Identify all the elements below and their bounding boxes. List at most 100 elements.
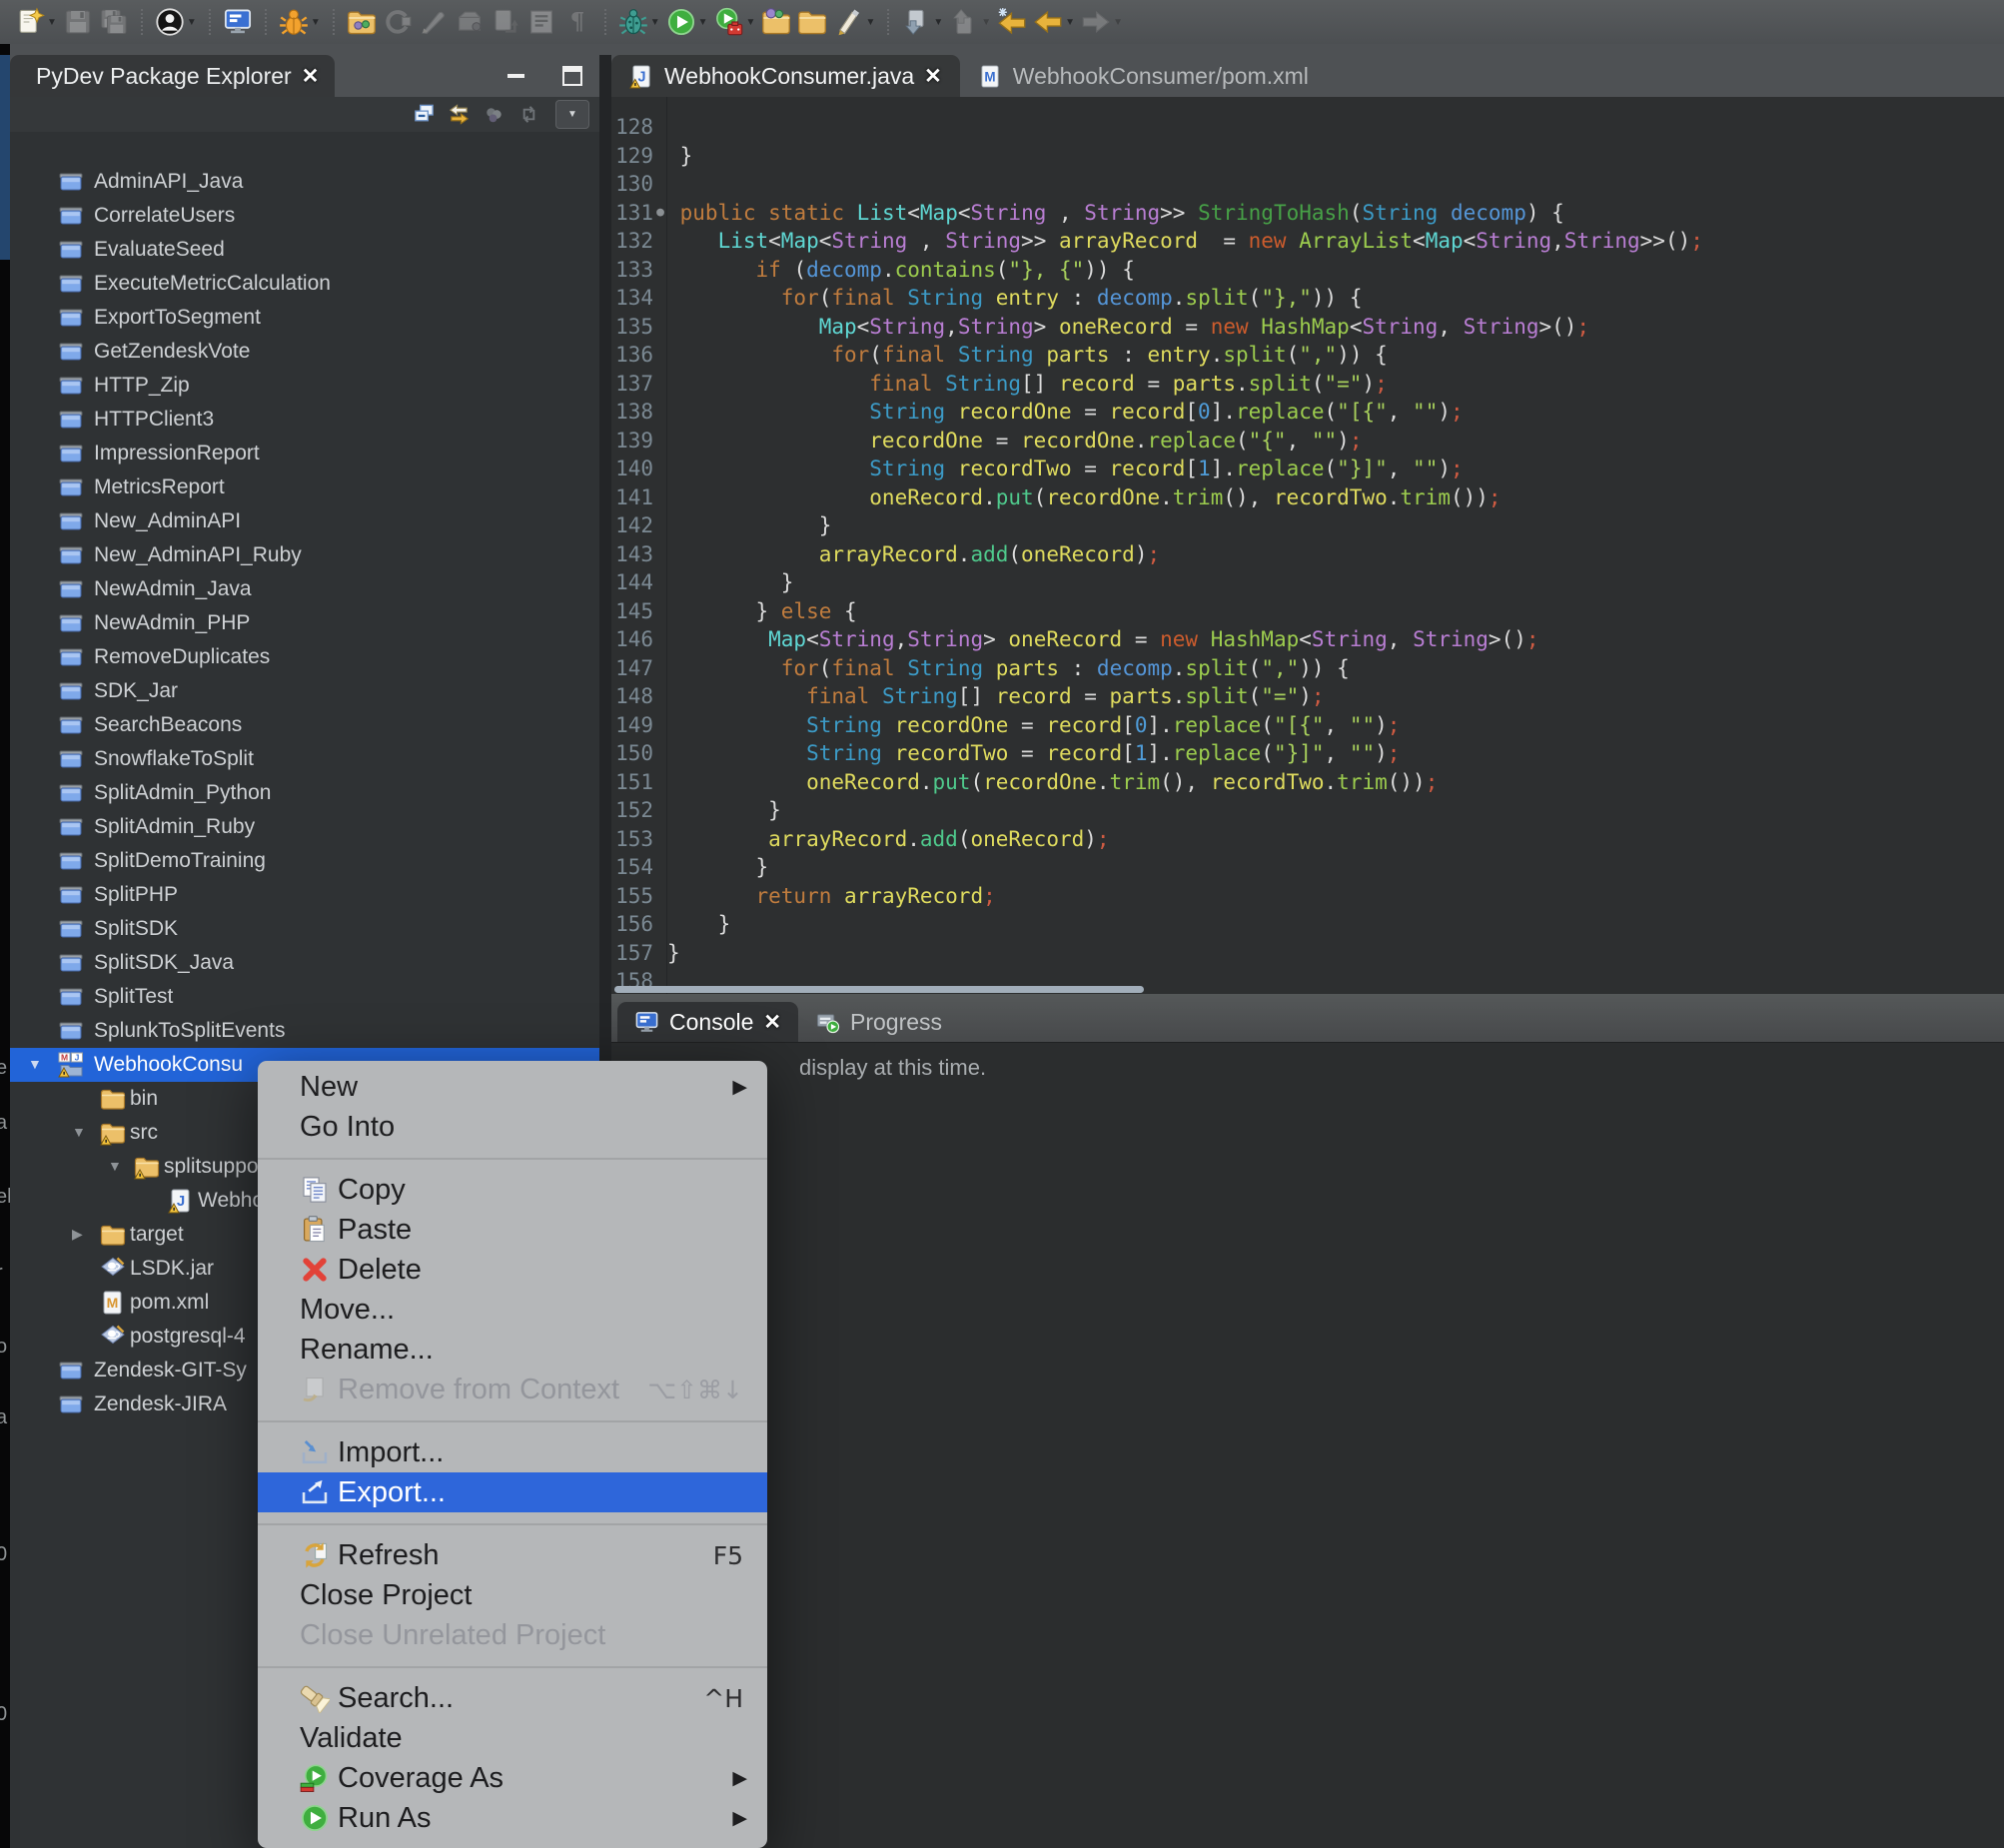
line-marker-empty <box>653 568 667 597</box>
link-with-editor-button[interactable] <box>447 102 472 127</box>
line-number: 138 <box>611 398 653 427</box>
run-config-button[interactable] <box>344 3 380 41</box>
tree-item-adminapi-java[interactable]: AdminAPI_Java <box>10 165 599 199</box>
close-icon[interactable]: ✕ <box>302 64 320 89</box>
run-button[interactable]: ▼ <box>663 3 711 41</box>
dropdown-arrow-icon[interactable]: ▼ <box>311 17 321 28</box>
dropdown-arrow-icon[interactable]: ▼ <box>746 17 756 28</box>
background-text-fragment: o <box>0 1336 7 1359</box>
menu-item-new[interactable]: New▶ <box>258 1067 767 1107</box>
dropdown-arrow-icon[interactable]: ▼ <box>1065 17 1075 28</box>
menu-item-validate[interactable]: Validate <box>258 1718 767 1758</box>
tree-item-new-adminapi-ruby[interactable]: New_AdminAPI_Ruby <box>10 538 599 572</box>
tree-item-newadmin-php[interactable]: NewAdmin_PHP <box>10 606 599 640</box>
menu-item-coverage-as[interactable]: Coverage As▶ <box>258 1758 767 1798</box>
tree-item-snowflaketosplit[interactable]: SnowflakeToSplit <box>10 742 599 776</box>
menu-item-delete[interactable]: Delete <box>258 1250 767 1290</box>
dropdown-arrow-icon[interactable]: ▼ <box>981 17 991 28</box>
back-button[interactable]: ▼ <box>1030 3 1078 41</box>
marker-button[interactable]: ▼ <box>830 3 878 41</box>
menu-item-label: Search... <box>338 1682 454 1715</box>
menu-item-refresh[interactable]: RefreshF5 <box>258 1535 767 1575</box>
tree-item-new-adminapi[interactable]: New_AdminAPI <box>10 504 599 538</box>
tab-webhookconsumer-pom-xml[interactable]: M WebhookConsumer/pom.xml <box>960 55 1327 97</box>
tree-item-splittest[interactable]: SplitTest <box>10 980 599 1014</box>
dropdown-arrow-icon[interactable]: ▼ <box>698 17 708 28</box>
menu-item-export[interactable]: Export... <box>258 1472 767 1512</box>
menu-item-close-project[interactable]: Close Project <box>258 1575 767 1615</box>
tree-item-label: SplitSDK <box>94 917 178 941</box>
tab-webhookconsumer-java[interactable]: J WebhookConsumer.java ✕ <box>611 55 960 97</box>
tree-item-splitadmin-ruby[interactable]: SplitAdmin_Ruby <box>10 810 599 844</box>
tree-item-evaluateseed[interactable]: EvaluateSeed <box>10 233 599 267</box>
menu-item-label: Run As <box>338 1802 432 1835</box>
tree-item-sdk-jar[interactable]: SDK_Jar <box>10 674 599 708</box>
dropdown-arrow-icon[interactable]: ▼ <box>187 17 197 28</box>
menu-item-paste[interactable]: Paste <box>258 1210 767 1250</box>
expander-down-icon[interactable]: ▼ <box>72 1124 86 1140</box>
expander-down-icon[interactable]: ▼ <box>108 1158 122 1174</box>
line-number: 145 <box>611 597 653 626</box>
menu-item-go-into[interactable]: Go Into <box>258 1107 767 1147</box>
open-resource-button[interactable] <box>758 3 794 41</box>
tree-item-splunktosplitevents[interactable]: SplunkToSplitEvents <box>10 1014 599 1048</box>
line-number: 131 <box>611 199 653 228</box>
tree-item-impressionreport[interactable]: ImpressionReport <box>10 437 599 470</box>
save-all-icon <box>99 7 129 37</box>
tree-item-splitsdk[interactable]: SplitSDK <box>10 912 599 946</box>
tab-console[interactable]: Console ✕ <box>617 1002 798 1042</box>
tree-item-newadmin-java[interactable]: NewAdmin_Java <box>10 572 599 606</box>
tree-item-httpclient3[interactable]: HTTPClient3 <box>10 403 599 437</box>
tab-progress[interactable]: Progress <box>798 1002 959 1042</box>
profile-button[interactable]: ▼ <box>152 3 200 41</box>
line-marker-empty <box>653 284 667 313</box>
tab-pydev-package-explorer[interactable]: PyDev Package Explorer ✕ <box>10 55 335 97</box>
tree-item-searchbeacons[interactable]: SearchBeacons <box>10 708 599 742</box>
menu-item-search[interactable]: Search...^H <box>258 1678 767 1718</box>
tree-item-exporttosegment[interactable]: ExportToSegment <box>10 301 599 335</box>
menu-item-label: Paste <box>338 1214 412 1247</box>
collapse-all-button[interactable] <box>412 102 437 127</box>
next-annotation-button[interactable]: ▼ <box>898 3 946 41</box>
open-folder-button[interactable] <box>794 3 830 41</box>
tree-item-metricsreport[interactable]: MetricsReport <box>10 470 599 504</box>
minimize-view-button[interactable] <box>505 65 527 87</box>
tree-item-splitdemotraining[interactable]: SplitDemoTraining <box>10 844 599 878</box>
menu-item-run-as[interactable]: Run As▶ <box>258 1798 767 1838</box>
tree-item-http-zip[interactable]: HTTP_Zip <box>10 369 599 403</box>
tree-item-splitsdk-java[interactable]: SplitSDK_Java <box>10 946 599 980</box>
expander-right-icon[interactable]: ▶ <box>72 1226 83 1243</box>
code-editor[interactable]: 128129}130131●public static List<Map<Str… <box>611 97 2004 994</box>
tree-item-correlateusers[interactable]: CorrelateUsers <box>10 199 599 233</box>
menu-item-copy[interactable]: Copy <box>258 1170 767 1210</box>
tree-item-executemetriccalculation[interactable]: ExecuteMetricCalculation <box>10 267 599 301</box>
menu-item-rename[interactable]: Rename... <box>258 1330 767 1370</box>
pydev-debug-button[interactable]: ▼ <box>615 3 663 41</box>
close-icon[interactable]: ✕ <box>763 1010 781 1035</box>
close-icon[interactable]: ✕ <box>924 64 942 89</box>
tree-item-getzendeskvote[interactable]: GetZendeskVote <box>10 335 599 369</box>
coverage-button[interactable]: ▼ <box>711 3 759 41</box>
dropdown-arrow-icon[interactable]: ▼ <box>1113 17 1123 28</box>
last-edit-location-button[interactable] <box>994 3 1030 41</box>
dropdown-arrow-icon[interactable]: ▼ <box>650 17 660 28</box>
tree-item-splitphp[interactable]: SplitPHP <box>10 878 599 912</box>
tree-item-label: CorrelateUsers <box>94 204 235 228</box>
debug-button[interactable]: ▼ <box>276 3 324 41</box>
tree-item-removeduplicates[interactable]: RemoveDuplicates <box>10 640 599 674</box>
menu-item-import[interactable]: Import... <box>258 1432 767 1472</box>
horizontal-scrollbar[interactable] <box>614 986 1144 993</box>
maximize-view-button[interactable] <box>561 65 583 87</box>
project-icon <box>58 474 84 500</box>
dropdown-arrow-icon[interactable]: ▼ <box>865 17 875 28</box>
view-menu-button[interactable]: ▼ <box>555 100 589 129</box>
console-view-button[interactable] <box>220 3 256 41</box>
new-wizard-button[interactable]: ▼ <box>12 3 60 41</box>
expander-down-icon[interactable]: ▼ <box>28 1056 42 1072</box>
svg-text:M: M <box>107 1295 119 1311</box>
tree-item-splitadmin-python[interactable]: SplitAdmin_Python <box>10 776 599 810</box>
menu-item-move[interactable]: Move... <box>258 1290 767 1330</box>
beetle-icon <box>618 7 648 37</box>
dropdown-arrow-icon[interactable]: ▼ <box>933 17 943 28</box>
dropdown-arrow-icon[interactable]: ▼ <box>47 17 57 28</box>
